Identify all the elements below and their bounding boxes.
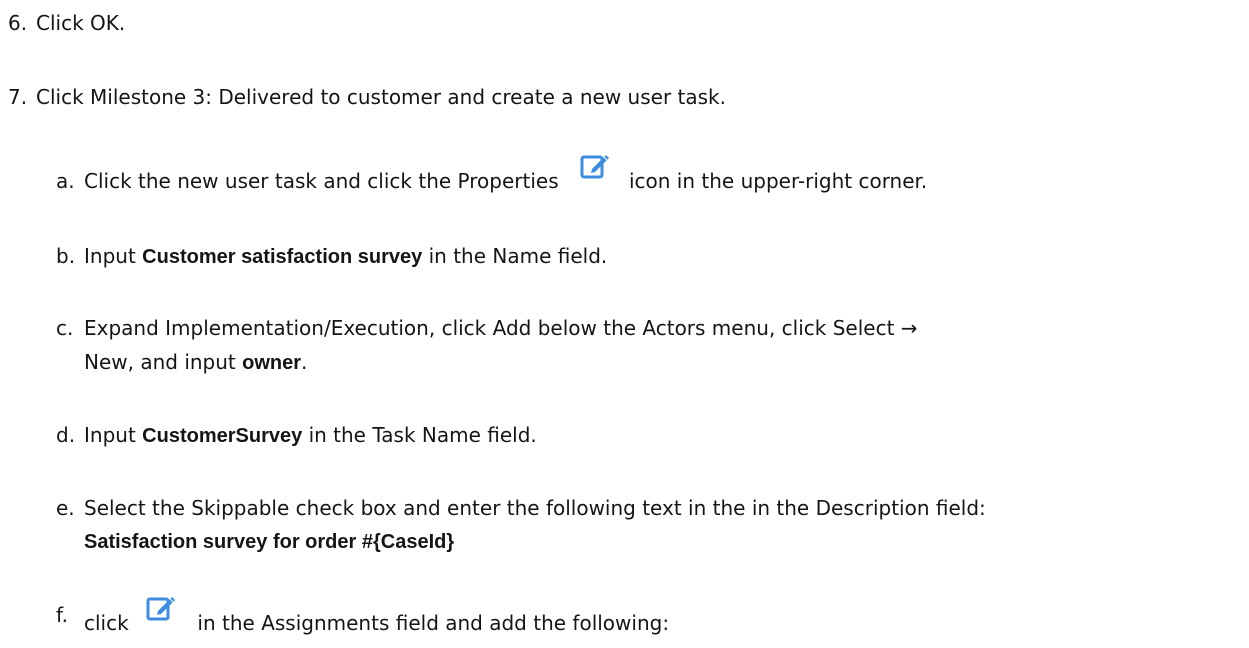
text: check box and enter the following text i… xyxy=(289,496,816,520)
ui-label-select: Select xyxy=(832,316,895,340)
text: Click the new user task and click the xyxy=(84,169,458,193)
text: click xyxy=(84,611,136,635)
step-text: Click Milestone 3: Delivered to customer… xyxy=(36,84,726,110)
text: in the xyxy=(302,423,373,447)
text: in the xyxy=(191,611,262,635)
text: below the xyxy=(531,316,643,340)
list-marker: c. xyxy=(56,316,74,340)
ui-label-skippable: Skippable xyxy=(191,496,290,520)
text: Select the xyxy=(84,496,192,520)
list-marker: 6. xyxy=(8,11,28,35)
typed-value: CustomerSurvey xyxy=(142,425,303,447)
ui-label-description: Description xyxy=(815,496,930,520)
ui-label-name: Name xyxy=(492,244,552,268)
text: field. xyxy=(551,244,608,268)
list-marker: 7. xyxy=(8,85,28,109)
text: field and add the following: xyxy=(389,611,670,635)
step-text: Input CustomerSurvey in the Task Name fi… xyxy=(84,422,537,449)
text: Input xyxy=(84,244,143,268)
text: in the xyxy=(422,244,493,268)
text: . xyxy=(118,11,126,35)
list-marker: a. xyxy=(56,169,75,193)
step-text: New, and input owner. xyxy=(84,349,307,376)
typed-value: Customer satisfaction survey xyxy=(142,246,423,268)
step-text: Input Customer satisfaction survey in th… xyxy=(84,243,607,270)
text: Expand xyxy=(84,316,166,340)
ui-label-assignments: Assignments xyxy=(261,611,390,635)
edit-properties-icon xyxy=(580,155,609,179)
list-marker: d. xyxy=(56,423,76,447)
text: menu, click xyxy=(705,316,833,340)
text: . xyxy=(301,350,308,374)
typed-value: owner xyxy=(242,352,302,374)
ui-label-milestone: Milestone 3: Delivered to customer xyxy=(90,85,442,109)
list-marker: e. xyxy=(56,496,75,520)
list-marker: f. xyxy=(56,603,68,627)
ui-label-implementation: Implementation/Execution xyxy=(165,316,429,340)
step-text: Click OK. xyxy=(36,10,125,36)
step-text: Select the Skippable check box and enter… xyxy=(84,495,986,521)
ui-label-new: New xyxy=(84,350,128,374)
text: , and input xyxy=(127,350,243,374)
ui-label-ok: OK xyxy=(90,11,119,35)
text: → xyxy=(894,316,918,340)
text: and create a new user task. xyxy=(441,85,726,109)
edit-assignments-icon xyxy=(146,597,176,621)
list-marker: b. xyxy=(56,244,76,268)
text: Click xyxy=(36,11,91,35)
ui-label-actors: Actors xyxy=(642,316,706,340)
ui-label-properties: Properties xyxy=(457,169,559,193)
ui-label-task-name: Task Name xyxy=(372,423,481,447)
text: field. xyxy=(480,423,537,447)
typed-value: Satisfaction survey for order #{CaseId} xyxy=(84,531,455,553)
text: , click xyxy=(428,316,493,340)
step-text: Click the new user task and click the Pr… xyxy=(84,155,928,194)
step-text: click in the Assignments field and add t… xyxy=(84,597,670,636)
text: Input xyxy=(84,423,143,447)
ui-label-add: Add xyxy=(492,316,532,340)
text: field: xyxy=(929,496,986,520)
text: Click xyxy=(36,85,91,109)
text: icon in the upper-right corner. xyxy=(622,169,928,193)
step-text: Expand Implementation/Execution, click A… xyxy=(84,315,918,341)
